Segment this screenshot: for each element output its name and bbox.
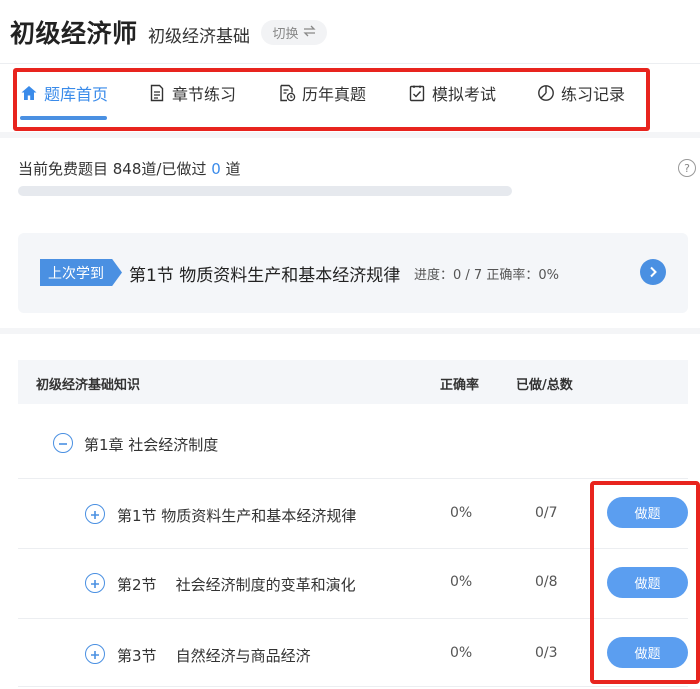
section-title: 第3节 自然经济与商品经济 bbox=[117, 647, 311, 665]
home-icon bbox=[20, 84, 38, 102]
tab-mock-exam-label: 模拟考试 bbox=[432, 85, 497, 104]
done-count: 0 bbox=[211, 160, 221, 178]
do-questions-button[interactable]: 做题 bbox=[607, 567, 688, 598]
tab-mock-exam[interactable]: 模拟考试 bbox=[408, 70, 496, 116]
last-study-title: 第1节 物质资料生产和基本经济规律 bbox=[129, 266, 401, 286]
tab-past-exams[interactable]: 历年真题 bbox=[278, 70, 366, 116]
expand-section-button[interactable] bbox=[85, 573, 105, 593]
expand-section-button[interactable] bbox=[85, 504, 105, 524]
app-title: 初级经济师 bbox=[10, 19, 138, 48]
document-icon bbox=[148, 84, 166, 102]
header-divider bbox=[0, 63, 700, 64]
row-divider bbox=[18, 686, 688, 687]
row-divider bbox=[18, 478, 688, 479]
free-questions-summary: 当前免费题目 848道/已做过 0 道 bbox=[18, 158, 241, 179]
switch-label: 切换 bbox=[272, 27, 299, 42]
plus-icon bbox=[90, 505, 100, 524]
chapter-title: 第1章 社会经济制度 bbox=[84, 436, 219, 454]
tab-chapter-practice-label: 章节练习 bbox=[172, 85, 237, 104]
tab-home[interactable]: 题库首页 bbox=[20, 70, 108, 116]
collapse-chapter-button[interactable] bbox=[53, 433, 73, 453]
section-divider bbox=[0, 132, 700, 138]
main-nav: 题库首页 章节练习 历年真题 模拟考试 练习记录 bbox=[0, 70, 700, 120]
do-questions-button[interactable]: 做题 bbox=[607, 497, 688, 528]
section-title: 第1节 物质资料生产和基本经济规律 bbox=[117, 507, 357, 525]
row-divider bbox=[18, 618, 688, 619]
switch-subject-button[interactable]: 切换 bbox=[261, 20, 327, 45]
row-divider bbox=[18, 548, 688, 549]
active-tab-indicator bbox=[20, 116, 107, 120]
column-header-name: 初级经济基础知识 bbox=[36, 378, 141, 393]
section-done-total: 0/3 bbox=[535, 645, 558, 661]
section-done-total: 0/8 bbox=[535, 574, 558, 590]
column-header-accuracy: 正确率 bbox=[440, 378, 480, 393]
exam-history-icon bbox=[278, 84, 296, 102]
plus-icon bbox=[90, 645, 100, 664]
tab-chapter-practice[interactable]: 章节练习 bbox=[148, 70, 236, 116]
tab-practice-records[interactable]: 练习记录 bbox=[537, 70, 625, 116]
swap-arrows-icon bbox=[302, 25, 316, 41]
minus-icon bbox=[58, 434, 68, 453]
help-icon[interactable]: ? bbox=[678, 159, 696, 177]
section-title: 第2节 社会经济制度的变革和演化 bbox=[117, 576, 356, 594]
section-done-total: 0/7 bbox=[535, 505, 558, 521]
expand-section-button[interactable] bbox=[85, 644, 105, 664]
section-divider-2 bbox=[0, 328, 700, 334]
last-study-tag: 上次学到 bbox=[40, 259, 122, 286]
pie-chart-icon bbox=[537, 84, 555, 102]
free-questions-prefix: 当前免费题目 848道/已做过 bbox=[18, 160, 212, 178]
column-header-done-total: 已做/总数 bbox=[516, 378, 573, 393]
tab-practice-records-label: 练习记录 bbox=[561, 85, 626, 104]
section-accuracy: 0% bbox=[450, 505, 473, 521]
plus-icon bbox=[90, 574, 100, 593]
checklist-icon bbox=[408, 84, 426, 102]
section-accuracy: 0% bbox=[450, 645, 473, 661]
continue-button[interactable] bbox=[640, 259, 666, 285]
chevron-right-icon bbox=[647, 263, 659, 282]
free-questions-suffix: 道 bbox=[220, 160, 241, 178]
subject-title: 初级经济基础 bbox=[148, 27, 250, 47]
section-accuracy: 0% bbox=[450, 574, 473, 590]
progress-bar bbox=[18, 186, 512, 196]
tab-past-exams-label: 历年真题 bbox=[302, 85, 367, 104]
tab-home-label: 题库首页 bbox=[44, 85, 109, 104]
do-questions-button[interactable]: 做题 bbox=[607, 637, 688, 668]
last-study-meta: 进度：0 / 7 正确率：0% bbox=[414, 268, 559, 283]
